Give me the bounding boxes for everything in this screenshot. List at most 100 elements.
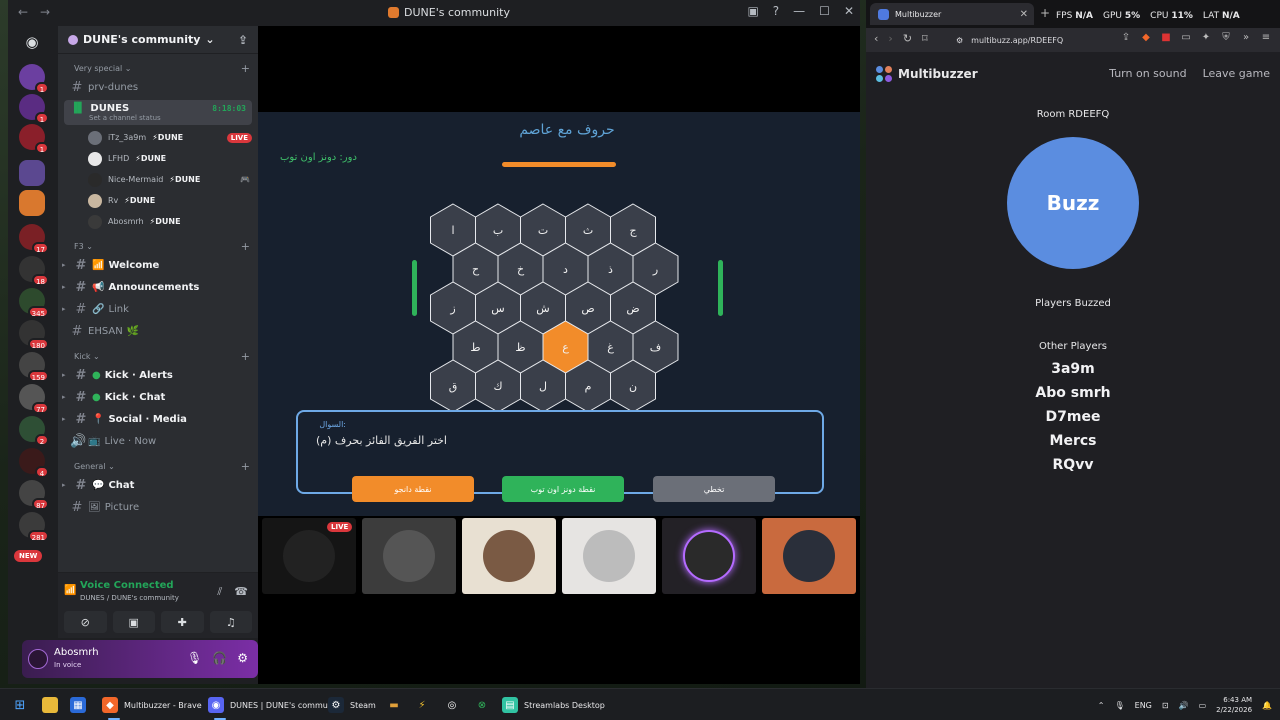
stream-viewer[interactable]: حروف مع عاصم دور: دونز اون توب ابتثجحخدذ… [258,26,860,684]
participant-tile[interactable] [362,518,456,594]
close-tab-icon[interactable]: ✕ [1020,9,1028,20]
taskbar-brave[interactable]: ◆ Multibuzzer - Brave [102,693,202,720]
nav-back-forward-icons[interactable]: ←→ [18,5,62,19]
inbox-icon[interactable]: ▣ [747,4,758,18]
help-icon[interactable]: ? [773,4,779,18]
leave-game-button[interactable]: Leave game [1203,67,1270,80]
start-button[interactable]: ⊞ [12,693,28,717]
menu-icon[interactable]: ≡ [1260,32,1272,44]
category-general[interactable]: General ⌄ + [58,458,258,474]
add-channel-icon[interactable]: + [241,460,250,473]
microphone-icon[interactable]: 🎙 [187,651,202,665]
channel-prv-dunes[interactable]: # prv-dunes [64,76,252,98]
username[interactable]: Abosmrh [54,647,99,658]
channel-picture[interactable]: # 🖼 Picture [64,496,252,518]
add-channel-icon[interactable]: + [241,62,250,75]
channel-live-now[interactable]: 🔊 📺 Live · Now [64,430,252,452]
server-icon-active[interactable] [19,190,45,216]
category-f3[interactable]: F3 ⌄ + [58,238,258,254]
more-icon[interactable]: » [1240,32,1252,44]
network-icon[interactable]: ⊡ [1162,701,1169,710]
channel-announcements[interactable]: ▸ # 📢 Announcements [62,276,252,298]
channel-kick-chat[interactable]: ▸ # ● Kick · Chat [62,386,252,408]
taskbar-discord[interactable]: ◉ DUNES | DUNE's commu [208,693,328,720]
avatar[interactable] [28,649,48,669]
maximize-button[interactable]: ☐ [819,4,830,18]
channel-link[interactable]: ▸ # 🔗 Link [62,298,252,320]
site-info-icon[interactable]: ⚙ [956,36,963,45]
taskbar-app[interactable]: ◎ [444,693,460,717]
server-icon[interactable]: 1 [19,124,49,154]
server-icon[interactable]: 18 [19,256,49,286]
share-icon[interactable]: ⇪ [1120,32,1132,44]
voice-location[interactable]: DUNES / DUNE's community [80,594,179,602]
signal-icon[interactable]: 📶 [64,585,76,596]
voice-channel-dunes[interactable]: ▐▌ DUNES 8:18:03 Set a channel status [64,100,252,125]
point-green-team-button[interactable]: نقطة دونز اون توب [502,476,624,502]
extension-icon[interactable]: ▭ [1180,32,1192,44]
taskbar-xbox[interactable]: ⊗ [474,693,490,717]
taskbar-streamlabs[interactable]: ▤ Streamlabs Desktop [502,693,605,717]
category-kick[interactable]: Kick ⌄ + [58,348,258,364]
server-icon[interactable] [19,160,45,186]
server-icon[interactable]: 87 [19,480,49,510]
voice-user[interactable]: iTz_3a9m ⚡DUNE LIVE [58,127,258,148]
soundboard-button[interactable]: ♫ [209,611,252,633]
stream-tile[interactable]: LIVE [262,518,356,594]
microphone-icon[interactable]: 🎙 [1114,701,1124,710]
voice-user[interactable]: Abosmrh ⚡DUNE [58,211,258,232]
voice-user[interactable]: Rv ⚡DUNE [58,190,258,211]
clock[interactable]: 6:43 AM 2/22/2026 [1216,695,1252,715]
invite-people-icon[interactable]: ⇪ [238,33,248,47]
tab-multibuzzer[interactable]: Multibuzzer ✕ [870,3,1034,25]
server-icon[interactable]: 159 [19,352,49,382]
server-icon[interactable]: 180 [19,320,49,350]
participant-tile[interactable] [462,518,556,594]
server-icon[interactable]: 17 [19,224,49,254]
point-orange-team-button[interactable]: نقطة دانجو [352,476,474,502]
file-explorer-button[interactable] [42,693,58,717]
close-button[interactable]: ✕ [844,4,854,18]
voice-user[interactable]: Nice-Mermaid ⚡DUNE 🎮 [58,169,258,190]
activities-button[interactable]: ✚ [161,611,204,633]
server-icon[interactable]: 4 [19,448,49,478]
new-tab-button[interactable]: + [1040,6,1050,20]
taskbar-app[interactable]: ⚡ [414,693,430,717]
camera-off-button[interactable]: ⊘ [64,611,107,633]
language-indicator[interactable]: ENG [1135,701,1152,710]
participant-tile[interactable] [762,518,856,594]
server-icon[interactable]: 77 [19,384,49,414]
server-header[interactable]: DUNE's community ⌄ ⇪ [58,26,258,54]
voice-user[interactable]: LFHD ⚡DUNE [58,148,258,169]
buzz-button[interactable]: Buzz [1007,137,1139,269]
channel-chat[interactable]: ▸ # 💬 Chat [62,474,252,496]
brave-shields-icon[interactable]: ◆ [1140,32,1152,44]
channel-ehsan[interactable]: # EHSAN 🌿 [64,320,252,342]
address-bar[interactable]: ⚙ multibuzz.app/RDEEFQ [956,33,1126,48]
extension-icon[interactable]: ■ [1160,32,1172,44]
notifications-icon[interactable]: 🔔 [1262,701,1272,710]
add-channel-icon[interactable]: + [241,350,250,363]
server-icon[interactable]: 1 [19,94,49,124]
channel-kick-alerts[interactable]: ▸ # ● Kick · Alerts [62,364,252,386]
settings-gear-icon[interactable]: ⚙ [237,651,248,665]
server-icon[interactable]: 2 [19,416,49,446]
discord-home-icon[interactable]: ◉ [19,32,45,52]
voice-connected-label[interactable]: Voice Connected [80,580,174,591]
store-button[interactable]: ▦ [70,693,86,717]
server-icon[interactable]: 1 [19,64,49,94]
server-icon[interactable]: 345 [19,288,49,318]
chevron-up-icon[interactable]: ⌃ [1098,701,1105,710]
taskbar-steam[interactable]: ⚙ Steam [328,693,376,717]
headphones-icon[interactable]: 🎧 [212,651,227,665]
forward-icon[interactable]: › [888,32,892,45]
channel-welcome[interactable]: ▸ # 📶 Welcome [62,254,252,276]
participant-tile[interactable] [562,518,656,594]
channel-status[interactable]: Set a channel status [70,114,246,122]
noise-suppression-icon[interactable]: ⫽ [217,585,222,599]
participant-tile[interactable] [662,518,756,594]
volume-icon[interactable]: 🔊 [1179,701,1189,710]
extension-icon[interactable]: ✦ [1200,32,1212,44]
bookmark-icon[interactable]: ⌑ [922,32,928,45]
taskbar-app[interactable]: ▬ [386,693,402,717]
